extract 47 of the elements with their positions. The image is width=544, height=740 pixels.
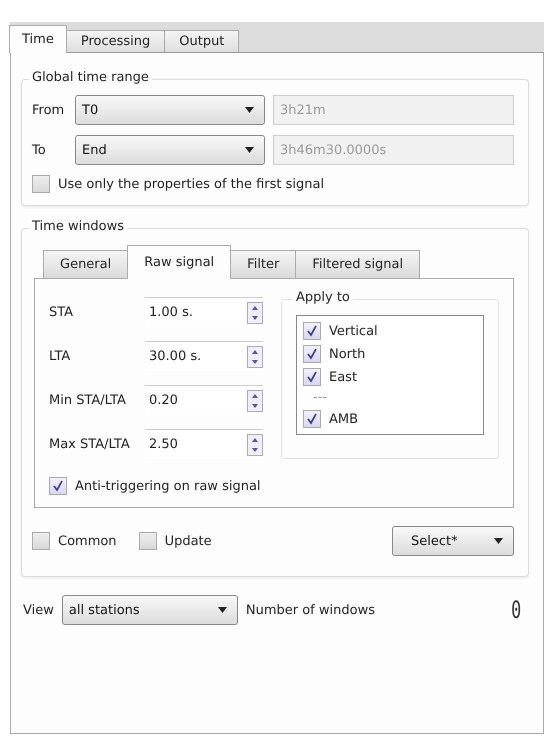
- list-item: Vertical: [329, 324, 378, 338]
- dropdown-arrow-icon: [494, 538, 503, 544]
- group-title: Apply to: [293, 290, 353, 305]
- checkbox-label: Common: [58, 534, 117, 548]
- separator-text: ---: [312, 391, 328, 405]
- list-item: AMB: [329, 412, 358, 426]
- field-label: Min STA/LTA: [49, 392, 127, 408]
- list-item: East: [329, 370, 358, 384]
- list-item: North: [329, 346, 366, 362]
- tab[interactable]: Processing: [66, 30, 166, 52]
- field-label: STA: [49, 304, 74, 320]
- tab[interactable]: Filtered signal: [295, 250, 420, 278]
- checkbox[interactable]: [303, 410, 321, 428]
- checkbox[interactable]: [303, 322, 321, 340]
- checkbox-label: Anti-triggering on raw signal: [75, 478, 261, 494]
- checkbox[interactable]: [32, 175, 50, 193]
- tab[interactable]: Time: [9, 25, 67, 53]
- checkbox[interactable]: [138, 532, 157, 550]
- spin-box[interactable]: 2.50: [145, 429, 263, 459]
- tab[interactable]: Raw signal: [127, 245, 232, 279]
- checkbox[interactable]: [32, 532, 50, 550]
- field-label: Max STA/LTA: [49, 436, 131, 452]
- dropdown-arrow-icon: [245, 107, 254, 113]
- tab[interactable]: General: [43, 250, 128, 278]
- checkbox-label: Use only the properties of the first signal: [58, 176, 324, 192]
- field-label: LTA: [49, 348, 72, 364]
- checkbox[interactable]: [303, 345, 321, 363]
- checkbox-label: Update: [164, 534, 212, 548]
- field-label: Number of windows: [246, 602, 375, 618]
- select-button[interactable]: Select*: [392, 526, 514, 556]
- field-label: To: [32, 142, 47, 158]
- spin-box[interactable]: 30.00 s.: [145, 341, 263, 371]
- spin-box[interactable]: 1.00 s.: [145, 297, 263, 327]
- dropdown-arrow-icon: [218, 607, 227, 613]
- spin-box[interactable]: 0.20: [145, 385, 263, 415]
- field-label: View: [23, 602, 54, 618]
- dropdown[interactable]: T0: [75, 95, 265, 125]
- tab[interactable]: Filter: [230, 250, 296, 278]
- tab[interactable]: Output: [164, 30, 240, 52]
- dropdown-arrow-icon: [245, 147, 254, 153]
- checkbox[interactable]: [49, 477, 67, 495]
- group-title: Global time range: [29, 70, 152, 85]
- lcd-counter: 0: [510, 596, 521, 624]
- dropdown[interactable]: End: [75, 135, 265, 165]
- field-label: From: [32, 102, 66, 118]
- dropdown[interactable]: all stations: [62, 595, 238, 625]
- checkbox[interactable]: [303, 368, 321, 386]
